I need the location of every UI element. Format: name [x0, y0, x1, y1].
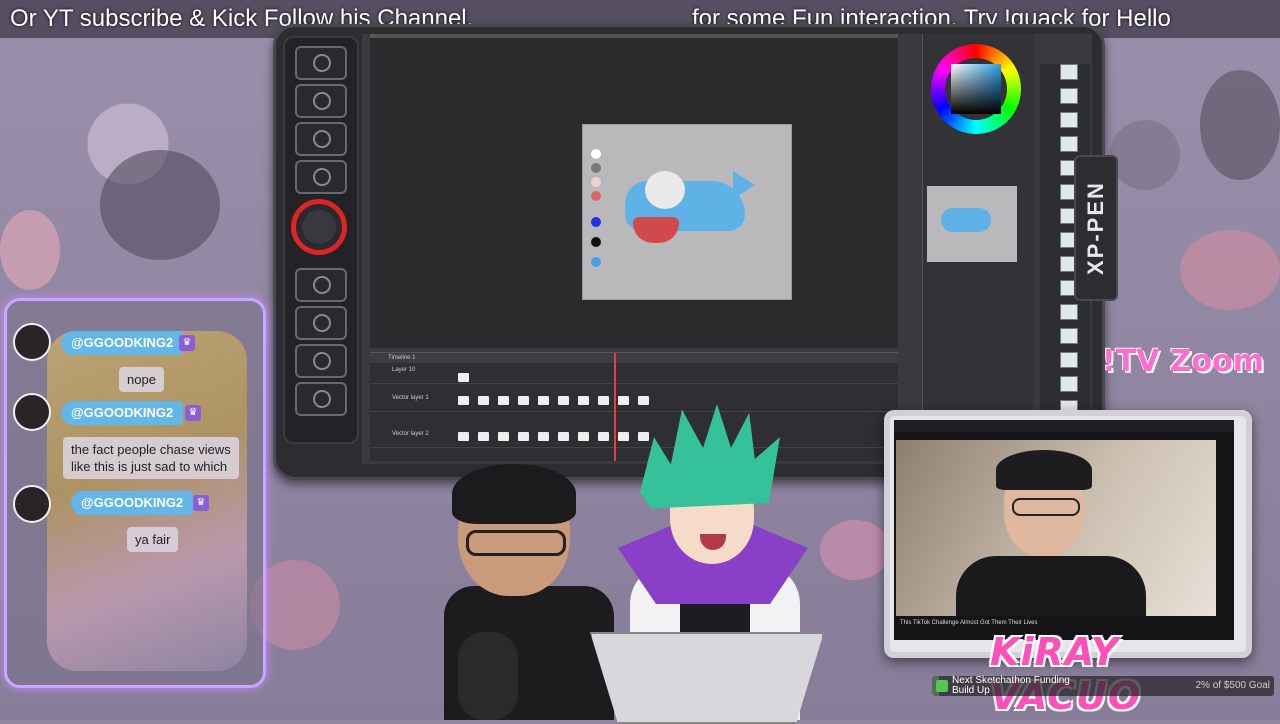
chat-message: nope [119, 367, 164, 392]
crown-icon: ♛ [185, 405, 201, 421]
browser-topbar [894, 420, 1234, 432]
palette-swatch[interactable] [591, 177, 601, 187]
character-drawing [645, 171, 685, 209]
layer-thumbnail[interactable] [1060, 64, 1078, 80]
navigator-preview[interactable] [927, 186, 1017, 262]
palette-swatch[interactable] [591, 149, 601, 159]
express-key[interactable] [295, 46, 347, 80]
tablet-screen: Timeline 1 Layer 10 Vector layer 1 Vecto… [362, 34, 1092, 464]
video-caption: This TikTok Challenge Almost Got Them Th… [900, 620, 1038, 626]
chat-avatar [13, 485, 51, 523]
streamer-glasses [466, 530, 566, 556]
embedded-video[interactable] [896, 440, 1216, 616]
video-person-shirt [956, 556, 1146, 616]
chat-overlay: @GGOODKING2 ♛ nope @GGOODKING2 ♛ the fac… [4, 298, 266, 688]
saturation-value-square[interactable] [951, 64, 1001, 114]
crown-icon: ♛ [193, 495, 209, 511]
drawing-canvas[interactable] [582, 124, 792, 300]
timeline-cell[interactable] [558, 396, 569, 405]
background-doodle [820, 520, 890, 580]
tv-zoom-command: !TV Zoom [1102, 344, 1265, 379]
chat-avatar [13, 323, 51, 361]
timeline-cell[interactable] [458, 432, 469, 441]
timeline-cell[interactable] [538, 396, 549, 405]
background-doodle [1180, 230, 1280, 310]
monitor-screen: This TikTok Challenge Almost Got Them Th… [894, 420, 1234, 640]
timeline-cell[interactable] [538, 432, 549, 441]
vtuber-hair [640, 404, 780, 509]
color-panel [922, 34, 1033, 464]
background-doodle [0, 210, 60, 290]
red-dial[interactable] [291, 199, 347, 255]
express-key[interactable] [295, 122, 347, 156]
tablet-brand-label: XP-PEN [1074, 155, 1118, 301]
express-key[interactable] [295, 84, 347, 118]
streamer-name-logo: KiRAY VACUO [990, 630, 1142, 718]
background-doodle [1200, 70, 1280, 180]
palette-swatch[interactable] [591, 163, 601, 173]
express-keys-panel [283, 36, 359, 444]
streamer-hair [452, 464, 576, 524]
video-person-cap [996, 450, 1092, 490]
timeline-cell[interactable] [518, 396, 529, 405]
layer-name: Vector layer 1 [392, 395, 429, 401]
palette-swatch[interactable] [591, 217, 601, 227]
timeline-cell[interactable] [518, 432, 529, 441]
timeline-cell[interactable] [458, 396, 469, 405]
chat-username: @GGOODKING2 [61, 331, 184, 355]
shark-tail [733, 171, 755, 199]
chat-message: the fact people chase views like this is… [63, 437, 239, 479]
goal-label: Next Sketchathon Funding Build Up [952, 675, 1070, 696]
goal-icon [936, 680, 948, 692]
chat-username: @GGOODKING2 [71, 491, 194, 515]
palette-swatch[interactable] [591, 257, 601, 267]
layer-name: Vector layer 2 [392, 431, 429, 437]
layer-thumbnail[interactable] [1060, 304, 1078, 320]
layer-thumbnail[interactable] [1060, 136, 1078, 152]
chat-username: @GGOODKING2 [61, 401, 184, 425]
timeline-cell[interactable] [558, 432, 569, 441]
express-key[interactable] [295, 382, 347, 416]
stream-monitor: This TikTok Challenge Almost Got Them Th… [884, 410, 1252, 658]
express-key[interactable] [295, 160, 347, 194]
timeline-track[interactable]: Layer 10 [370, 365, 898, 384]
palette-swatch[interactable] [591, 237, 601, 247]
timeline-cell[interactable] [498, 396, 509, 405]
canvas-area[interactable] [370, 38, 898, 348]
layer-thumbnail[interactable] [1060, 88, 1078, 104]
microphone [458, 632, 518, 720]
timeline-cell[interactable] [578, 396, 589, 405]
background-doodle [1110, 120, 1180, 190]
palette-swatch[interactable] [591, 191, 601, 201]
funding-goal-bar: Next Sketchathon Funding Build Up 2% of … [932, 676, 1274, 696]
chat-avatar [13, 393, 51, 431]
express-key[interactable] [295, 306, 347, 340]
background-doodle [100, 150, 220, 260]
timeline-cell[interactable] [498, 432, 509, 441]
shark-mouth [633, 217, 679, 243]
timeline-cell[interactable] [478, 396, 489, 405]
video-person-glasses [1012, 498, 1080, 516]
layer-thumbnail[interactable] [1060, 376, 1078, 392]
timeline-cell[interactable] [458, 373, 469, 382]
layer-thumbnail[interactable] [1060, 352, 1078, 368]
express-key[interactable] [295, 344, 347, 378]
layer-thumbnail[interactable] [1060, 328, 1078, 344]
chat-message: ya fair [127, 527, 179, 552]
crown-icon: ♛ [179, 335, 195, 351]
express-key[interactable] [295, 268, 347, 302]
navigator-shark-thumb [941, 208, 991, 232]
goal-progress-text: 2% of $500 Goal [1195, 680, 1271, 691]
timeline-cell[interactable] [478, 432, 489, 441]
layer-thumbnail[interactable] [1060, 112, 1078, 128]
timeline-cell[interactable] [578, 432, 589, 441]
mini-pen-tablet [590, 632, 824, 724]
layer-name: Layer 10 [392, 367, 416, 373]
timeline-label: Timeline 1 [370, 353, 898, 363]
